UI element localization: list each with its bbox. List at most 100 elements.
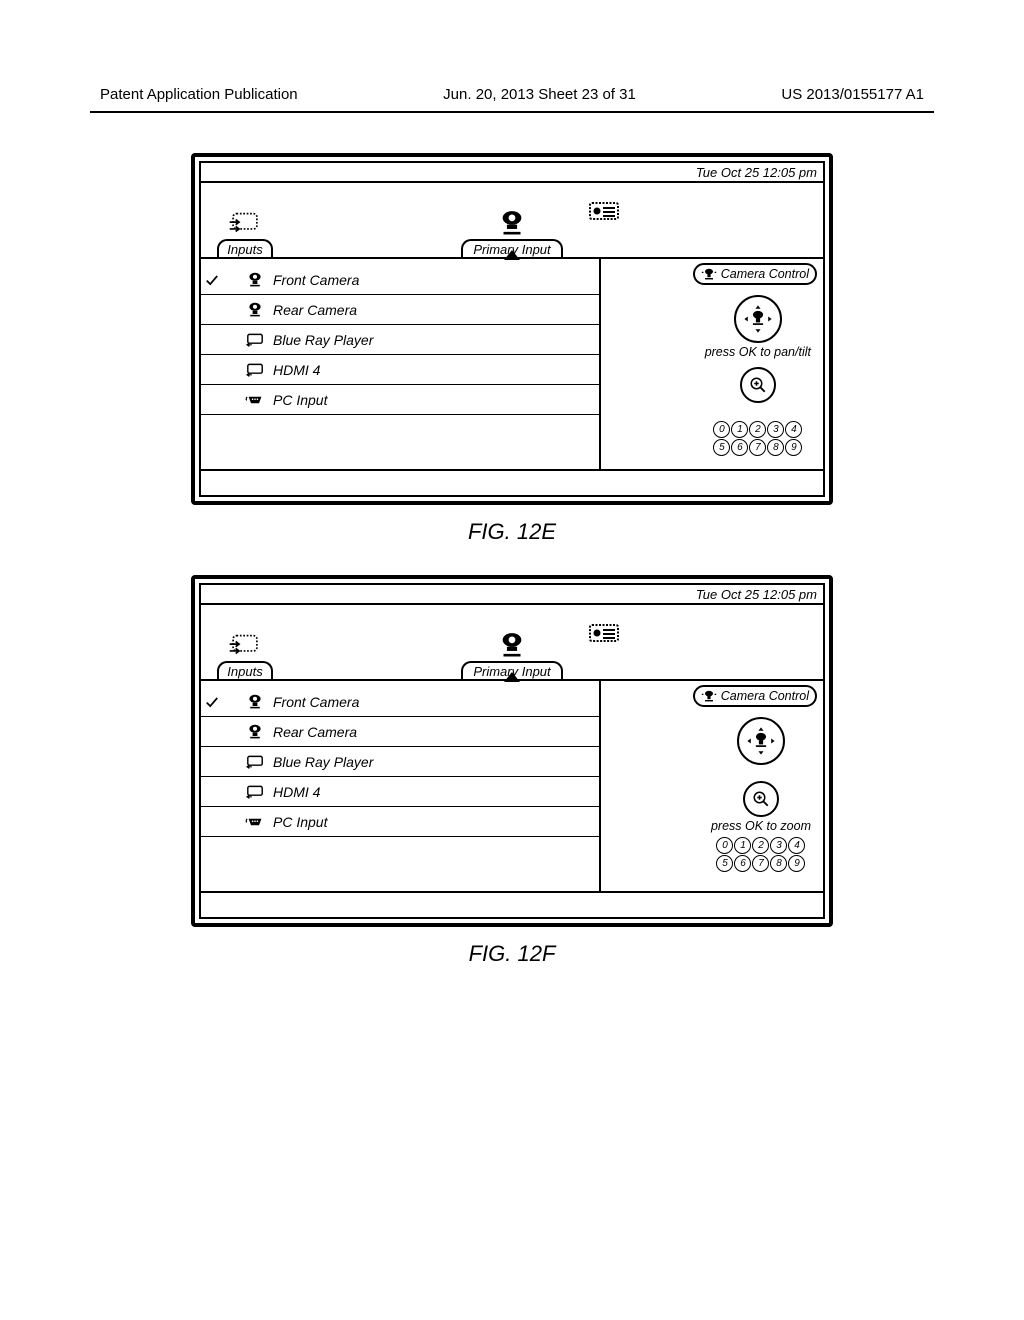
preset-button[interactable]: 2 xyxy=(749,421,766,438)
preset-button[interactable]: 0 xyxy=(716,837,733,854)
header-left: Patent Application Publication xyxy=(100,86,298,103)
webcam-icon xyxy=(495,631,529,659)
zoom-in-icon xyxy=(752,790,770,808)
zoom-in-icon xyxy=(749,376,767,394)
inputs-icon xyxy=(228,209,262,237)
figure-12e: Tue Oct 25 12:05 pm Inputs Primary Input xyxy=(0,153,1024,545)
input-list: Front Camera Rear Camera Blue Ray Player xyxy=(201,259,601,469)
arrow-up-icon xyxy=(504,672,520,682)
status-bar: Tue Oct 25 12:05 pm xyxy=(201,585,823,605)
preset-button[interactable]: 5 xyxy=(713,439,730,456)
zoom-button[interactable] xyxy=(740,367,776,403)
list-item-label: Rear Camera xyxy=(273,724,357,740)
preset-button[interactable]: 1 xyxy=(731,421,748,438)
camera-control-label: Camera Control xyxy=(721,267,809,281)
figure-caption: FIG. 12E xyxy=(468,519,556,545)
list-item-label: PC Input xyxy=(273,392,327,408)
preset-button[interactable]: 7 xyxy=(749,439,766,456)
preset-button[interactable]: 1 xyxy=(734,837,751,854)
keyboard-icon[interactable] xyxy=(589,621,619,643)
preset-button[interactable]: 9 xyxy=(788,855,805,872)
status-bar: Tue Oct 25 12:05 pm xyxy=(201,163,823,183)
preset-button[interactable]: 6 xyxy=(731,439,748,456)
webcam-icon xyxy=(245,694,265,710)
hdmi-icon xyxy=(245,784,265,800)
preset-button[interactable]: 3 xyxy=(767,421,784,438)
presets: 0 1 2 3 4 5 6 7 8 xyxy=(716,837,805,872)
list-item[interactable]: Rear Camera xyxy=(201,295,599,325)
tab-inputs[interactable]: Inputs xyxy=(205,631,285,679)
pan-tilt-icon xyxy=(744,724,778,758)
pan-tilt-button[interactable] xyxy=(734,295,782,343)
list-item[interactable]: Rear Camera xyxy=(201,717,599,747)
camera-control-icon xyxy=(701,689,717,703)
preset-button[interactable]: 6 xyxy=(734,855,751,872)
presets: 0 1 2 3 4 5 6 7 8 xyxy=(713,421,802,456)
camera-control-badge[interactable]: Camera Control xyxy=(693,685,817,707)
keyboard-icon[interactable] xyxy=(589,199,619,221)
input-list: Front Camera Rear Camera Blue Ray Player xyxy=(201,681,601,891)
camera-control-panel: Camera Control press OK to zoom xyxy=(601,681,823,891)
list-item[interactable]: HDMI 4 xyxy=(201,777,599,807)
hdmi-icon xyxy=(245,332,265,348)
list-item-label: Rear Camera xyxy=(273,302,357,318)
header-right: US 2013/0155177 A1 xyxy=(781,86,924,103)
camera-control-label: Camera Control xyxy=(721,689,809,703)
hdmi-icon xyxy=(245,362,265,378)
status-time: Tue Oct 25 12:05 pm xyxy=(696,165,817,180)
list-item[interactable]: Front Camera xyxy=(201,265,599,295)
pan-tilt-icon xyxy=(741,302,775,336)
list-item-label: HDMI 4 xyxy=(273,784,320,800)
device-frame: Tue Oct 25 12:05 pm Inputs Primary Input xyxy=(191,153,833,505)
list-item[interactable]: HDMI 4 xyxy=(201,355,599,385)
preset-button[interactable]: 8 xyxy=(770,855,787,872)
preset-button[interactable]: 4 xyxy=(785,421,802,438)
list-item[interactable]: Front Camera xyxy=(201,687,599,717)
figure-caption: FIG. 12F xyxy=(469,941,556,967)
inputs-icon xyxy=(228,631,262,659)
tab-inputs-label: Inputs xyxy=(217,661,272,679)
tab-inputs[interactable]: Inputs xyxy=(205,209,285,257)
preset-button[interactable]: 5 xyxy=(716,855,733,872)
preset-button[interactable]: 0 xyxy=(713,421,730,438)
header-center: Jun. 20, 2013 Sheet 23 of 31 xyxy=(443,86,636,103)
top-tabs: Inputs Primary Input xyxy=(201,605,823,679)
list-item[interactable]: Blue Ray Player xyxy=(201,325,599,355)
zoom-hint: press OK to zoom xyxy=(711,819,811,833)
vga-icon xyxy=(245,814,265,830)
preset-button[interactable]: 8 xyxy=(767,439,784,456)
list-item-label: Blue Ray Player xyxy=(273,332,373,348)
figure-12f: Tue Oct 25 12:05 pm Inputs Primary Input xyxy=(0,575,1024,967)
preset-button[interactable]: 7 xyxy=(752,855,769,872)
status-time: Tue Oct 25 12:05 pm xyxy=(696,587,817,602)
tab-inputs-label: Inputs xyxy=(217,239,272,257)
preset-button[interactable]: 2 xyxy=(752,837,769,854)
list-item[interactable]: PC Input xyxy=(201,385,599,415)
list-item[interactable]: Blue Ray Player xyxy=(201,747,599,777)
preset-button[interactable]: 4 xyxy=(788,837,805,854)
list-item-label: Front Camera xyxy=(273,272,359,288)
arrow-up-icon xyxy=(504,250,520,260)
hdmi-icon xyxy=(245,754,265,770)
webcam-icon xyxy=(245,272,265,288)
webcam-icon xyxy=(245,302,265,318)
bottom-bar xyxy=(201,469,823,495)
list-item-label: Blue Ray Player xyxy=(273,754,373,770)
bottom-bar xyxy=(201,891,823,917)
top-tabs: Inputs Primary Input xyxy=(201,183,823,257)
preset-button[interactable]: 9 xyxy=(785,439,802,456)
camera-control-icon xyxy=(701,267,717,281)
list-item[interactable]: PC Input xyxy=(201,807,599,837)
zoom-button[interactable] xyxy=(743,781,779,817)
webcam-icon xyxy=(245,724,265,740)
header-rule xyxy=(90,111,934,113)
pan-tilt-button[interactable] xyxy=(737,717,785,765)
camera-control-badge[interactable]: Camera Control xyxy=(693,263,817,285)
camera-control-panel: Camera Control press OK to pan/tilt xyxy=(601,259,823,469)
list-item-label: HDMI 4 xyxy=(273,362,320,378)
device-frame: Tue Oct 25 12:05 pm Inputs Primary Input xyxy=(191,575,833,927)
list-item-label: PC Input xyxy=(273,814,327,830)
preset-button[interactable]: 3 xyxy=(770,837,787,854)
list-item-label: Front Camera xyxy=(273,694,359,710)
pan-tilt-hint: press OK to pan/tilt xyxy=(705,345,811,359)
